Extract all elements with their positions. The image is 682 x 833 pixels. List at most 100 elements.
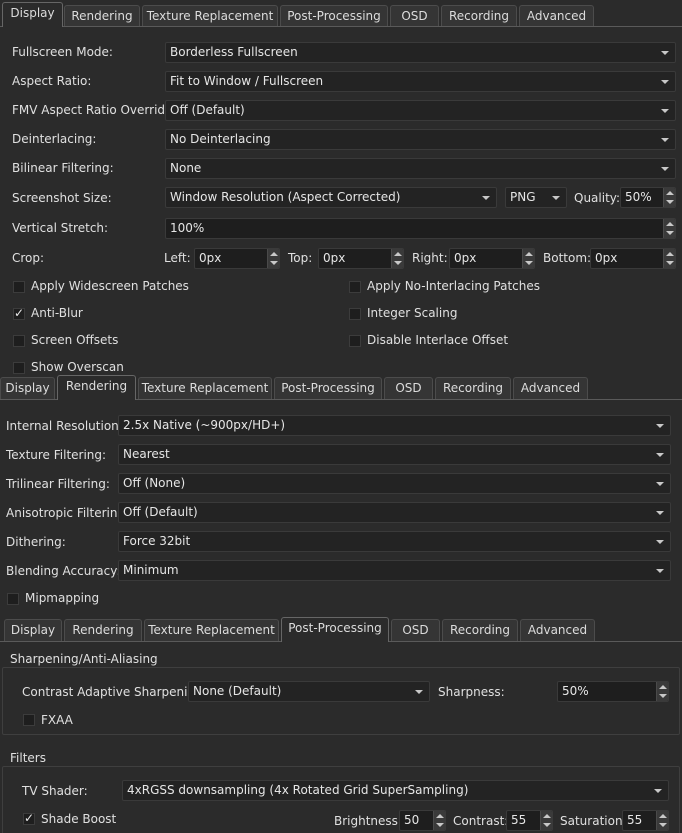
anti-blur-checkbox[interactable]: ✓ (13, 306, 25, 320)
tab-display[interactable]: Display (2, 2, 63, 27)
tab-rendering[interactable]: Rendering (57, 375, 136, 400)
deinterlacing-dropdown[interactable]: No Deinterlacing (165, 129, 676, 150)
spin-arrows-icon[interactable] (391, 249, 403, 268)
chevron-down-icon (654, 789, 662, 793)
tab-texture-replacement[interactable]: Texture Replacement (144, 619, 279, 641)
bilinear-filtering-dropdown[interactable]: None (165, 158, 676, 179)
spin-arrows-icon[interactable] (267, 249, 279, 268)
tab-advanced[interactable]: Advanced (513, 377, 588, 399)
post-processing-tab-bar: Display Rendering Texture Replacement Po… (0, 617, 682, 643)
crop-bottom-label: Bottom: (543, 251, 592, 265)
crop-top-spinbox[interactable]: 0px (318, 248, 404, 269)
chevron-down-icon (656, 482, 664, 486)
blending-accuracy-dropdown[interactable]: Minimum (118, 560, 671, 581)
contrast-label: Contrast: (453, 814, 509, 828)
mipmapping-checkbox[interactable] (7, 593, 19, 605)
tab-post-processing[interactable]: Post-Processing (280, 5, 388, 27)
tab-recording[interactable]: Recording (435, 377, 511, 399)
no-interlacing-patches-checkbox[interactable] (349, 281, 361, 293)
checkmark-icon: ✓ (14, 306, 25, 320)
brightness-spinbox[interactable]: 50 (399, 810, 446, 831)
shade-boost-label: Shade Boost (41, 812, 117, 826)
shade-boost-checkbox[interactable]: ✓ (23, 811, 35, 825)
quality-spinbox[interactable]: 50% (620, 187, 676, 208)
chevron-down-icon (656, 424, 664, 428)
chevron-down-icon (656, 453, 664, 457)
disable-interlace-offset-checkbox[interactable] (349, 335, 361, 347)
vertical-stretch-spinbox[interactable]: 100% (165, 218, 676, 239)
trilinear-filtering-label: Trilinear Filtering: (6, 477, 110, 491)
tab-post-processing[interactable]: Post-Processing (281, 617, 389, 642)
mipmapping-label: Mipmapping (25, 591, 100, 605)
chevron-down-icon (661, 167, 669, 171)
dithering-label: Dithering: (6, 535, 66, 549)
tv-shader-dropdown[interactable]: 4xRGSS downsampling (4x Rotated Grid Sup… (122, 780, 669, 801)
dithering-value: Force 32bit (123, 534, 191, 548)
cas-dropdown[interactable]: None (Default) (188, 681, 430, 702)
internal-resolution-dropdown[interactable]: 2.5x Native (~900px/HD+) (118, 415, 671, 436)
tab-texture-replacement[interactable]: Texture Replacement (138, 377, 272, 399)
widescreen-patches-checkbox[interactable] (13, 281, 25, 293)
tab-post-processing[interactable]: Post-Processing (274, 377, 382, 399)
tab-advanced[interactable]: Advanced (520, 619, 595, 641)
spin-arrows-icon[interactable] (540, 811, 552, 830)
show-overscan-checkbox[interactable] (13, 362, 25, 374)
spin-arrows-icon[interactable] (656, 682, 668, 701)
widescreen-patches-label: Apply Widescreen Patches (31, 279, 189, 293)
show-overscan-label: Show Overscan (31, 360, 124, 374)
spin-arrows-icon[interactable] (522, 249, 534, 268)
crop-left-label: Left: (164, 251, 191, 265)
display-panel: Display Rendering Texture Replacement Po… (0, 0, 682, 375)
tab-osd[interactable]: OSD (391, 619, 440, 641)
crop-right-spinbox[interactable]: 0px (449, 248, 535, 269)
screenshot-size-dropdown[interactable]: Window Resolution (Aspect Corrected) (165, 187, 497, 208)
quality-value: 50% (625, 190, 652, 204)
tab-recording[interactable]: Recording (442, 619, 518, 641)
spin-arrows-icon[interactable] (433, 811, 445, 830)
sharpness-spinbox[interactable]: 50% (557, 681, 669, 702)
aspect-ratio-label: Aspect Ratio: (12, 74, 92, 88)
crop-left-spinbox[interactable]: 0px (194, 248, 280, 269)
tab-osd[interactable]: OSD (390, 5, 439, 27)
tab-rendering[interactable]: Rendering (64, 619, 142, 641)
spin-arrows-icon[interactable] (656, 811, 668, 830)
chevron-down-icon (656, 569, 664, 573)
fmv-aspect-dropdown[interactable]: Off (Default) (165, 100, 676, 121)
vertical-stretch-label: Vertical Stretch: (12, 221, 109, 235)
vertical-stretch-value: 100% (170, 221, 205, 235)
contrast-spinbox[interactable]: 55 (506, 810, 553, 831)
screenshot-size-value: Window Resolution (Aspect Corrected) (170, 190, 401, 204)
sharpening-group-title: Sharpening/Anti-Aliasing (10, 652, 158, 666)
spin-arrows-icon[interactable] (663, 219, 675, 238)
fxaa-checkbox[interactable] (23, 714, 35, 726)
integer-scaling-checkbox[interactable] (349, 308, 361, 320)
bilinear-filtering-value: None (170, 161, 202, 175)
crop-bottom-spinbox[interactable]: 0px (590, 248, 676, 269)
chevron-down-icon (656, 511, 664, 515)
tab-texture-replacement[interactable]: Texture Replacement (142, 5, 278, 27)
spin-arrows-icon[interactable] (663, 249, 675, 268)
tab-rendering[interactable]: Rendering (64, 5, 140, 27)
internal-resolution-value: 2.5x Native (~900px/HD+) (123, 418, 286, 432)
cas-value: None (Default) (193, 684, 282, 698)
tab-recording[interactable]: Recording (441, 5, 517, 27)
chevron-down-icon (415, 690, 423, 694)
aspect-ratio-dropdown[interactable]: Fit to Window / Fullscreen (165, 71, 676, 92)
display-tab-bar: Display Rendering Texture Replacement Po… (0, 2, 682, 28)
tab-osd[interactable]: OSD (384, 377, 433, 399)
tab-display[interactable]: Display (4, 619, 62, 641)
saturation-spinbox[interactable]: 55 (622, 810, 669, 831)
screenshot-format-dropdown[interactable]: PNG (505, 187, 567, 208)
tab-display[interactable]: Display (0, 377, 55, 399)
dithering-dropdown[interactable]: Force 32bit (118, 531, 671, 552)
fmv-aspect-label: FMV Aspect Ratio Override: (12, 103, 177, 117)
spin-arrows-icon[interactable] (663, 188, 675, 207)
screen-offsets-checkbox[interactable] (13, 335, 25, 347)
deinterlacing-label: Deinterlacing: (12, 132, 97, 146)
aspect-ratio-value: Fit to Window / Fullscreen (170, 74, 324, 88)
tab-advanced[interactable]: Advanced (519, 5, 594, 27)
fullscreen-mode-dropdown[interactable]: Borderless Fullscreen (165, 42, 676, 63)
anisotropic-filtering-dropdown[interactable]: Off (Default) (118, 502, 671, 523)
texture-filtering-dropdown[interactable]: Nearest (118, 444, 671, 465)
trilinear-filtering-dropdown[interactable]: Off (None) (118, 473, 671, 494)
